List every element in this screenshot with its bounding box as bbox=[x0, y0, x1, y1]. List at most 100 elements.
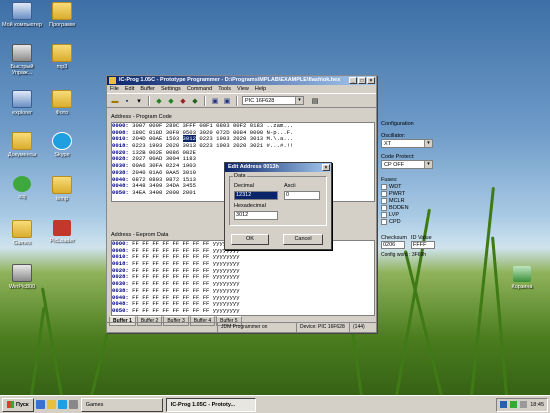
view-hex-icon[interactable]: ▣ bbox=[222, 96, 232, 106]
checkbox[interactable] bbox=[381, 183, 387, 190]
desktop-icon-mp3[interactable]: mp3 bbox=[40, 44, 84, 70]
chevron-down-icon: ▾ bbox=[424, 140, 432, 147]
folder-icon bbox=[52, 44, 72, 62]
ascii-input[interactable]: 0 bbox=[284, 191, 320, 200]
view-assembler-icon[interactable]: ▣ bbox=[210, 96, 220, 106]
program-chip-icon[interactable]: ◆ bbox=[166, 96, 176, 106]
read-chip-icon[interactable]: ◆ bbox=[154, 96, 164, 106]
desktop-icon-skype[interactable]: Skype bbox=[40, 132, 84, 158]
status-device: Device: PIC 16F628 bbox=[297, 323, 350, 332]
hex-cell[interactable]: 2020 bbox=[233, 142, 246, 149]
menu-tools[interactable]: Tools bbox=[218, 85, 231, 93]
hex-cell[interactable]: 2001 bbox=[183, 189, 196, 196]
ok-button[interactable]: OK bbox=[231, 234, 269, 245]
desktop-icon-temp[interactable]: temp bbox=[40, 176, 84, 202]
window-titlebar[interactable]: IC-Prog 1.05C - Prototype Programmer - D… bbox=[107, 76, 376, 85]
checkbox[interactable] bbox=[381, 204, 387, 211]
task-icprog[interactable]: IC-Prog 1.05C - Prototy... bbox=[165, 397, 256, 412]
checksum-label: Checksum bbox=[381, 235, 407, 241]
fuse-mclr[interactable]: MCLR bbox=[381, 197, 439, 204]
hex-cell[interactable]: 34EA bbox=[132, 189, 145, 196]
eeprom-data-grid[interactable]: 0000: FF FF FF FF FF FF FF FF yyyyyyyy00… bbox=[111, 240, 375, 316]
cancel-button[interactable]: Cancel bbox=[283, 234, 323, 245]
status-ops: (144) bbox=[353, 324, 365, 330]
system-tray: 18:45 bbox=[496, 397, 548, 412]
menu-buffer[interactable]: Buffer bbox=[140, 85, 155, 93]
toolbar: ▬ ▪ ▾ ◆ ◆ ◆ ◆ ▣ ▣ PIC 16F628 ▾ ▤ bbox=[107, 93, 376, 108]
explorer-icon bbox=[12, 90, 32, 108]
hex-cell[interactable]: 3400 bbox=[149, 189, 162, 196]
close-button[interactable]: × bbox=[367, 77, 375, 84]
icq-icon bbox=[13, 176, 31, 192]
windows-logo-icon bbox=[7, 401, 14, 408]
start-button[interactable]: Пуск bbox=[2, 397, 34, 412]
fuse-boden[interactable]: BODEN bbox=[381, 204, 439, 211]
desktop-icon-explorer[interactable]: explorer bbox=[0, 90, 44, 116]
menu-settings[interactable]: Settings bbox=[161, 85, 181, 93]
task-games[interactable]: Games bbox=[80, 397, 163, 412]
fuse-pwrt[interactable]: PWRT bbox=[381, 190, 439, 197]
menu-command[interactable]: Command bbox=[187, 85, 212, 93]
dropdown-arrow-icon[interactable]: ▾ bbox=[134, 96, 144, 106]
decimal-input[interactable]: 12312 bbox=[234, 191, 278, 200]
checkbox[interactable] bbox=[381, 211, 387, 218]
id-value-field[interactable]: FFFF bbox=[410, 241, 435, 249]
dialog-titlebar[interactable]: Edit Address 0013h × bbox=[225, 163, 331, 172]
desktop-icon-winpic800[interactable]: WinPic800 bbox=[0, 264, 44, 290]
volume-icon[interactable] bbox=[520, 401, 528, 408]
desktop-icon-quick[interactable]: Быстрый Упраж... bbox=[0, 44, 44, 76]
desktop-icon-programs[interactable]: Программ bbox=[40, 2, 84, 28]
checkbox[interactable] bbox=[381, 197, 387, 204]
hexadecimal-label: Hexadecimal bbox=[234, 203, 266, 209]
minimize-button[interactable]: _ bbox=[349, 77, 357, 84]
device-select[interactable]: PIC 16F628 ▾ bbox=[242, 96, 304, 105]
status-programmer: JDM Programmer on bbox=[218, 323, 297, 332]
documents-icon bbox=[12, 132, 32, 150]
desktop-icon-icq[interactable]: icq bbox=[0, 176, 44, 200]
desktop-icon-documents[interactable]: Документы bbox=[0, 132, 44, 158]
menu-bar: File Edit Buffer Settings Command Tools … bbox=[107, 85, 376, 93]
taskbar: Пуск Games IC-Prog 1.05C - Prototy... 18… bbox=[0, 395, 550, 413]
desktop-icon-photo[interactable]: Фото bbox=[40, 90, 84, 116]
save-icon[interactable]: ▪ bbox=[122, 96, 132, 106]
oscillator-select[interactable]: XT ▾ bbox=[381, 139, 433, 148]
config-word: Config word : 3F69h bbox=[381, 252, 427, 258]
hex-cell[interactable]: 3021 bbox=[250, 142, 263, 149]
menu-help[interactable]: Help bbox=[255, 85, 266, 93]
device-info-icon[interactable]: ▤ bbox=[310, 96, 320, 106]
program-code-label: Address - Program Code bbox=[111, 114, 172, 120]
maximize-button[interactable]: □ bbox=[358, 77, 366, 84]
fuse-lvp[interactable]: LVP bbox=[381, 211, 439, 218]
desktop-icon-recycle-bin[interactable]: Корзина bbox=[500, 266, 544, 290]
fuse-cpd[interactable]: CPD bbox=[381, 218, 439, 225]
hex-cell[interactable]: 0223 bbox=[199, 142, 212, 149]
menu-view[interactable]: View bbox=[237, 85, 249, 93]
hexadecimal-input[interactable]: 3012 bbox=[234, 211, 278, 220]
code-protect-select[interactable]: CP OFF ▾ bbox=[381, 160, 433, 169]
network-icon[interactable] bbox=[510, 401, 518, 408]
folder-icon bbox=[52, 176, 72, 194]
quicklaunch-app-icon[interactable] bbox=[68, 400, 78, 409]
fuse-wdt[interactable]: WDT bbox=[381, 183, 439, 190]
hex-cell[interactable]: 2000 bbox=[166, 189, 179, 196]
desktop-icon-games[interactable]: Games bbox=[0, 220, 44, 246]
program-icon bbox=[12, 44, 32, 62]
checkbox[interactable] bbox=[381, 218, 387, 225]
dialog-title: Edit Address 0013h bbox=[228, 164, 279, 170]
menu-edit[interactable]: Edit bbox=[125, 85, 134, 93]
erase-chip-icon[interactable]: ◆ bbox=[178, 96, 188, 106]
verify-chip-icon[interactable]: ◆ bbox=[190, 96, 200, 106]
quicklaunch-explorer-icon[interactable] bbox=[35, 400, 45, 409]
quicklaunch-folder-icon[interactable] bbox=[46, 400, 56, 409]
checkbox[interactable] bbox=[381, 190, 387, 197]
language-icon[interactable] bbox=[500, 401, 508, 408]
open-file-icon[interactable]: ▬ bbox=[110, 96, 120, 106]
quicklaunch-browser-icon[interactable] bbox=[57, 400, 67, 409]
id-value-label: ID Value bbox=[410, 235, 432, 241]
eeprom-data-label: Address - Eeprom Data bbox=[111, 232, 169, 238]
menu-file[interactable]: File bbox=[110, 85, 119, 93]
hex-cell[interactable]: 1903 bbox=[216, 142, 229, 149]
dialog-close-button[interactable]: × bbox=[322, 164, 330, 171]
desktop-icon-picloader[interactable]: PicLoader bbox=[40, 220, 84, 244]
desktop-icon-my-computer[interactable]: Мой компьютер bbox=[0, 2, 44, 28]
